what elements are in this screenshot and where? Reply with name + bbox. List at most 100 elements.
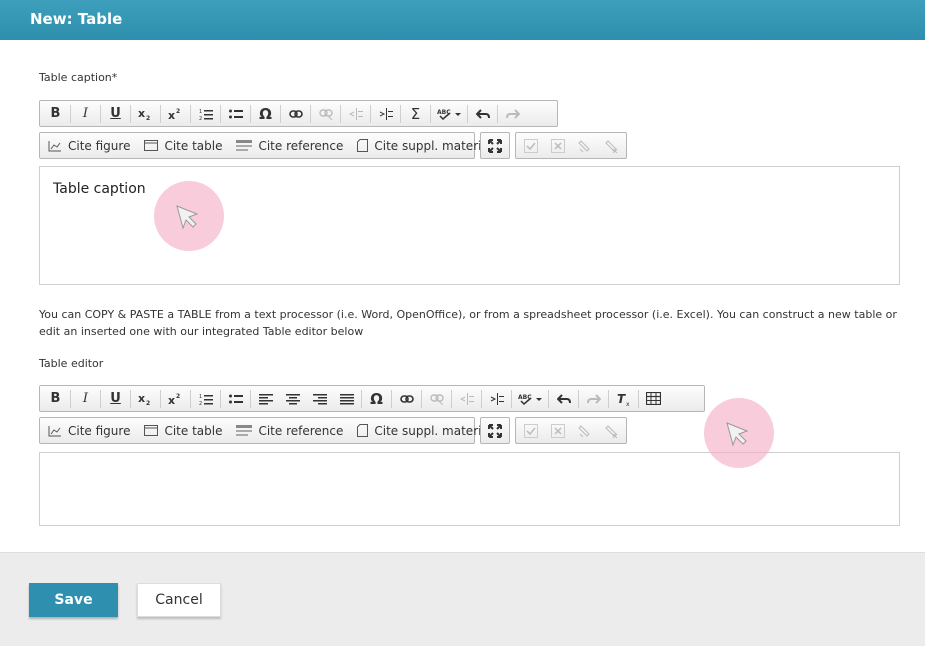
svg-text:2: 2 xyxy=(176,108,180,115)
insert-table-button[interactable] xyxy=(640,388,667,410)
align-right-icon xyxy=(312,393,327,404)
special-char-button[interactable]: Ω xyxy=(252,103,279,125)
figure-icon xyxy=(48,425,61,436)
table-format-toolbar: B I U x2 x2 12 Ω ABC Tx xyxy=(39,385,705,412)
subscript-button[interactable]: x2 xyxy=(132,103,159,125)
align-center-button[interactable] xyxy=(279,388,306,410)
table-undo-button[interactable] xyxy=(550,388,577,410)
table-accept-all-button[interactable] xyxy=(571,420,598,442)
accept-all-button[interactable] xyxy=(571,135,598,157)
formula-button[interactable]: Σ xyxy=(402,103,429,125)
table-superscript-button[interactable]: x2 xyxy=(162,388,189,410)
cite-figure-button[interactable]: Cite figure xyxy=(42,135,136,157)
cite-suppl-button[interactable]: Cite suppl. material xyxy=(351,135,498,157)
table-italic-button[interactable]: I xyxy=(72,388,99,410)
align-justify-button[interactable] xyxy=(333,388,360,410)
accept-all-icon xyxy=(578,139,590,152)
link-button[interactable] xyxy=(282,103,309,125)
svg-text:2: 2 xyxy=(199,401,202,405)
bold-button[interactable]: B xyxy=(42,103,69,125)
svg-text:1: 1 xyxy=(199,109,202,115)
svg-text:x: x xyxy=(168,109,175,121)
cite-reference-button[interactable]: Cite reference xyxy=(230,135,349,157)
table-increase-indent-button[interactable] xyxy=(483,388,510,410)
help-text: You can COPY & PASTE a TABLE from a text… xyxy=(39,308,897,338)
align-right-button[interactable] xyxy=(306,388,333,410)
bulleted-list-button[interactable] xyxy=(222,103,249,125)
spellcheck-icon: ABC xyxy=(518,394,542,405)
caption-editor-text: Table caption xyxy=(53,181,146,197)
table-reject-change-button[interactable] xyxy=(545,420,572,442)
bulleted-list-icon xyxy=(228,394,243,403)
reject-all-button[interactable] xyxy=(598,135,625,157)
spellcheck-icon: ABC xyxy=(437,109,461,120)
save-button[interactable]: Save xyxy=(29,583,118,617)
remove-format-icon: Tx xyxy=(617,392,630,406)
reject-icon xyxy=(550,423,565,438)
increase-indent-button[interactable] xyxy=(372,103,399,125)
table-bulleted-list-button[interactable] xyxy=(222,388,249,410)
increase-indent-icon xyxy=(379,107,393,120)
remove-format-button[interactable]: Tx xyxy=(610,388,637,410)
link-icon xyxy=(399,394,414,403)
caption-label: Table caption* xyxy=(39,71,118,84)
table-subscript-button[interactable]: x2 xyxy=(132,388,159,410)
cancel-button[interactable]: Cancel xyxy=(137,583,221,617)
underline-button[interactable]: U xyxy=(102,103,129,125)
maximize-icon xyxy=(488,423,502,438)
table-cite-figure-button[interactable]: Cite figure xyxy=(42,420,136,442)
table-link-button[interactable] xyxy=(393,388,420,410)
svg-text:2: 2 xyxy=(176,393,180,400)
click-indicator xyxy=(154,181,224,251)
numbered-list-button[interactable]: 12 xyxy=(192,103,219,125)
table-underline-button[interactable]: U xyxy=(102,388,129,410)
bulleted-list-icon xyxy=(228,109,243,118)
svg-text:x: x xyxy=(138,107,145,120)
table-bold-button[interactable]: B xyxy=(42,388,69,410)
undo-button[interactable] xyxy=(469,103,496,125)
increase-indent-icon xyxy=(490,392,504,405)
undo-icon xyxy=(475,108,490,119)
table-outline-icon xyxy=(144,140,159,151)
accept-icon xyxy=(524,423,539,438)
maximize-button[interactable] xyxy=(483,135,507,157)
caption-maximize-toolbar xyxy=(480,132,510,159)
svg-text:2: 2 xyxy=(199,116,202,120)
svg-text:2: 2 xyxy=(146,115,150,121)
table-decrease-indent-button[interactable] xyxy=(453,388,480,410)
table-editor[interactable] xyxy=(39,452,900,526)
align-left-icon xyxy=(258,393,273,404)
undo-icon xyxy=(556,393,571,404)
table-special-char-button[interactable]: Ω xyxy=(363,388,390,410)
table-unlink-button[interactable] xyxy=(423,388,450,410)
unlink-icon xyxy=(429,393,444,405)
italic-button[interactable]: I xyxy=(72,103,99,125)
table-numbered-list-button[interactable]: 12 xyxy=(192,388,219,410)
table-maximize-button[interactable] xyxy=(483,420,507,442)
table-cite-toolbar: Cite figure Cite table Cite reference Ci… xyxy=(39,417,492,444)
svg-text:T: T xyxy=(617,392,626,406)
link-icon xyxy=(288,109,303,118)
table-accept-change-button[interactable] xyxy=(518,420,545,442)
table-maximize-toolbar xyxy=(480,417,510,444)
table-reject-all-button[interactable] xyxy=(598,420,625,442)
superscript-button[interactable]: x2 xyxy=(162,103,189,125)
table-cite-reference-button[interactable]: Cite reference xyxy=(230,420,349,442)
redo-button[interactable] xyxy=(499,103,526,125)
table-spellcheck-button[interactable]: ABC xyxy=(513,388,547,410)
reject-all-icon xyxy=(605,139,618,153)
table-cite-table-button[interactable]: Cite table xyxy=(138,420,228,442)
unlink-button[interactable] xyxy=(312,103,339,125)
reject-change-button[interactable] xyxy=(545,135,572,157)
accept-change-button[interactable] xyxy=(518,135,545,157)
spellcheck-button[interactable]: ABC xyxy=(432,103,466,125)
reject-all-icon xyxy=(605,424,618,438)
figure-icon xyxy=(48,140,61,151)
align-left-button[interactable] xyxy=(252,388,279,410)
decrease-indent-button[interactable] xyxy=(342,103,369,125)
redo-icon xyxy=(505,108,520,119)
table-cite-suppl-button[interactable]: Cite suppl. material xyxy=(351,420,498,442)
cursor-arrow-icon xyxy=(726,422,749,447)
cite-table-button[interactable]: Cite table xyxy=(138,135,228,157)
table-redo-button[interactable] xyxy=(580,388,607,410)
